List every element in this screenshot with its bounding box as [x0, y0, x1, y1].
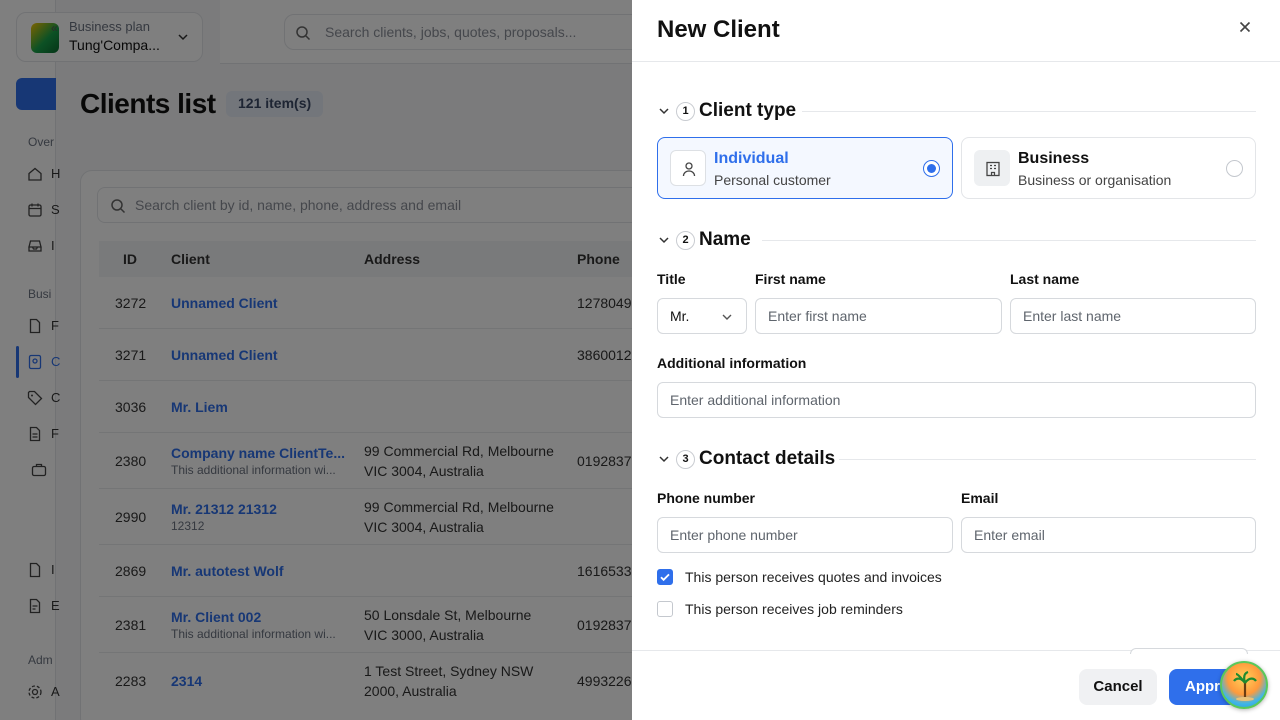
section-divider: [802, 111, 1256, 112]
client-type-name: Business: [1018, 150, 1090, 167]
section-number-badge: 3: [676, 450, 695, 469]
section-divider: [839, 459, 1256, 460]
last-name-input[interactable]: Enter last name: [1010, 298, 1256, 334]
client-type-name: Individual: [714, 150, 789, 167]
first-name-placeholder: Enter first name: [768, 308, 867, 324]
phone-label: Phone number: [657, 490, 756, 506]
new-client-drawer: New Client 1 Client type Individual Pers…: [632, 0, 1280, 720]
section-title-name[interactable]: Name: [699, 229, 751, 251]
title-select[interactable]: Mr.: [657, 298, 747, 334]
modal-backdrop[interactable]: [0, 0, 632, 720]
business-radio[interactable]: [1226, 160, 1243, 177]
additional-info-input[interactable]: Enter additional information: [657, 382, 1256, 418]
partially-hidden-button: [1130, 648, 1248, 654]
section-number-badge: 2: [676, 231, 695, 250]
client-type-business-option[interactable]: Business Business or organisation: [961, 137, 1256, 199]
receives-reminders-label[interactable]: This person receives job reminders: [685, 601, 903, 617]
section-number-badge: 1: [676, 102, 695, 121]
client-type-description: Business or organisation: [1018, 172, 1172, 188]
chevron-down-icon: [722, 314, 732, 320]
phone-input[interactable]: Enter phone number: [657, 517, 953, 553]
chevron-down-icon[interactable]: [657, 104, 671, 118]
individual-radio[interactable]: [923, 160, 940, 177]
first-name-input[interactable]: Enter first name: [755, 298, 1002, 334]
phone-placeholder: Enter phone number: [670, 527, 798, 543]
check-icon: [660, 573, 670, 582]
last-name-placeholder: Enter last name: [1023, 308, 1122, 324]
assistant-chat-bubble[interactable]: [1220, 661, 1268, 709]
email-input[interactable]: Enter email: [961, 517, 1256, 553]
title-select-value: Mr.: [670, 308, 690, 324]
palm-tree-icon: [1233, 671, 1257, 701]
section-divider: [762, 240, 1256, 241]
email-label: Email: [961, 490, 999, 506]
receives-quotes-label[interactable]: This person receives quotes and invoices: [685, 569, 942, 585]
building-icon: [986, 161, 1000, 177]
close-icon[interactable]: [1234, 16, 1256, 38]
drawer-title: New Client: [657, 16, 780, 43]
first-name-label: First name: [755, 271, 826, 287]
additional-info-placeholder: Enter additional information: [670, 392, 841, 408]
section-title-contact-details[interactable]: Contact details: [699, 448, 835, 470]
client-type-individual-option[interactable]: Individual Personal customer: [657, 137, 953, 199]
title-label: Title: [657, 271, 686, 287]
header-divider: [632, 61, 1280, 62]
additional-info-label: Additional information: [657, 355, 807, 371]
drawer-footer: Cancel Appro: [632, 648, 1280, 720]
section-title-client-type[interactable]: Client type: [699, 100, 796, 122]
chevron-down-icon[interactable]: [657, 233, 671, 247]
user-icon: [682, 162, 696, 177]
cancel-button[interactable]: Cancel: [1079, 669, 1157, 705]
email-placeholder: Enter email: [974, 527, 1045, 543]
client-type-description: Personal customer: [714, 172, 831, 188]
receives-reminders-checkbox[interactable]: [657, 601, 673, 617]
receives-quotes-checkbox[interactable]: [657, 569, 673, 585]
last-name-label: Last name: [1010, 271, 1080, 287]
chevron-down-icon[interactable]: [657, 452, 671, 466]
